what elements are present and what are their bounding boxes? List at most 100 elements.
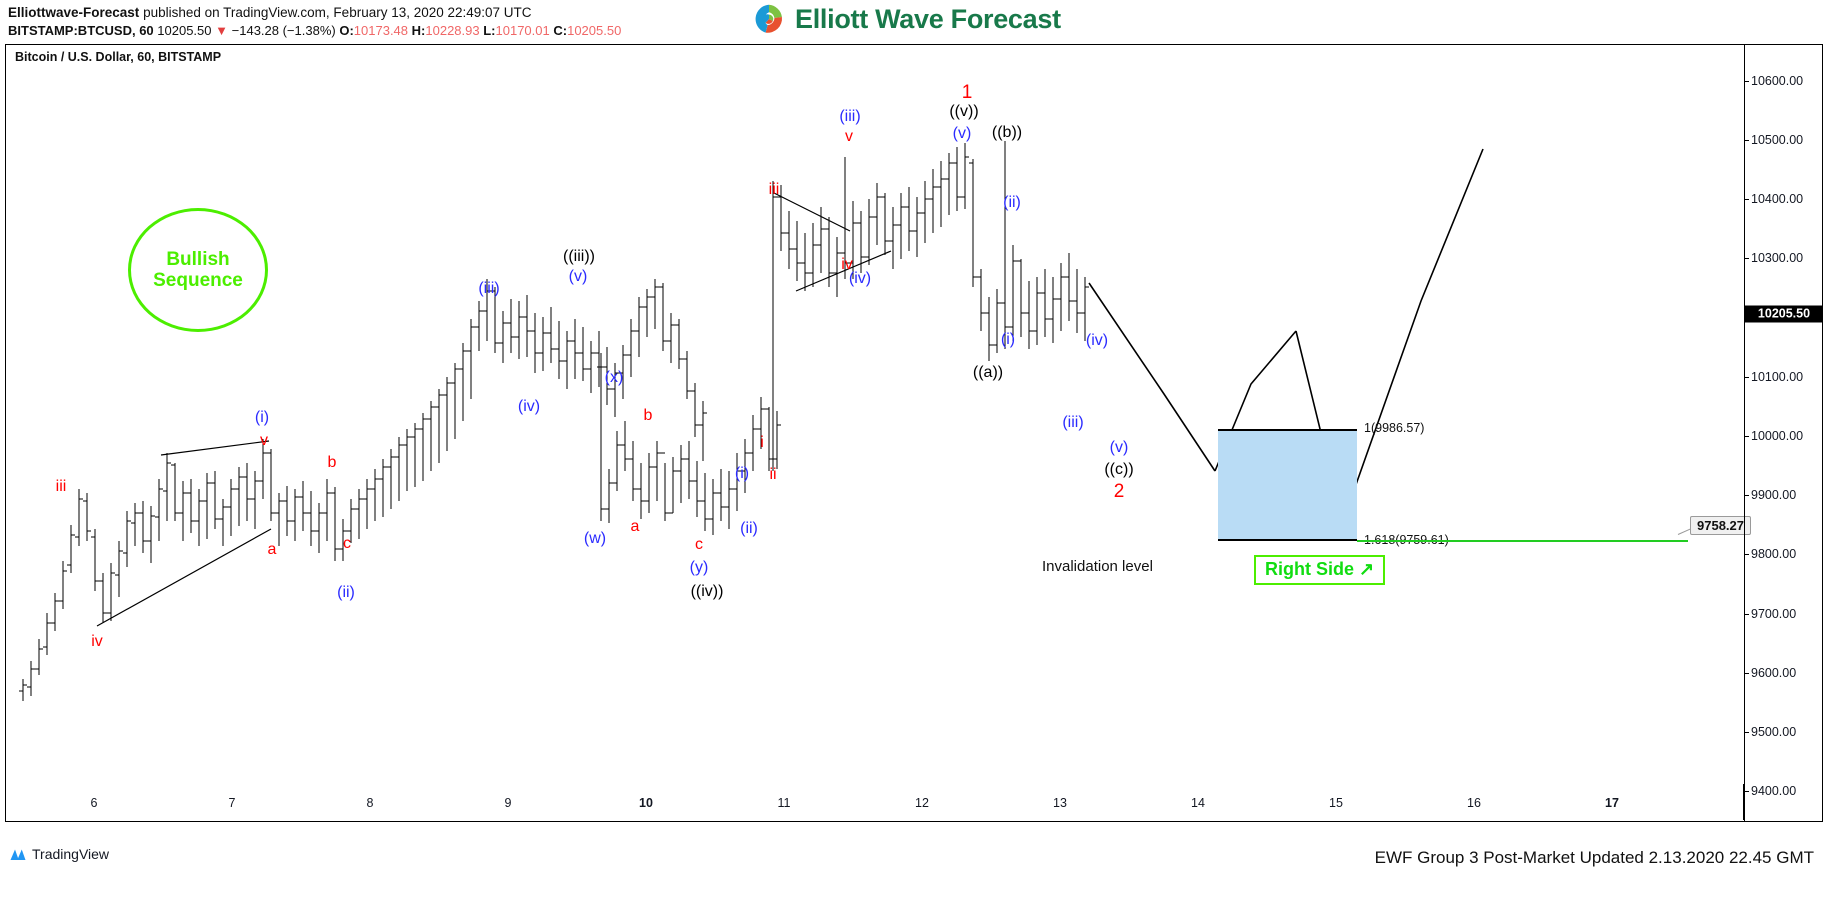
wave-label: (iii) [478, 280, 500, 297]
price-tick: 10300.00 [1745, 251, 1803, 265]
wave-label: b [327, 454, 337, 471]
wave-label: ((v)) [949, 103, 979, 120]
price-tick: 10000.00 [1745, 429, 1803, 443]
price-tick-dash [1745, 258, 1749, 260]
tradingview-icon [10, 849, 26, 860]
wave-label: ((iv)) [690, 583, 724, 600]
price-tick: 9500.00 [1745, 725, 1796, 739]
open-key: O: [339, 23, 354, 38]
time-tick: 7 [228, 796, 236, 810]
time-tick: 8 [366, 796, 374, 810]
price-tag-stem [1677, 528, 1691, 535]
change-arrow-icon: ▼ [215, 23, 229, 38]
quote-line: BITSTAMP:BTCUSD, 60 10205.50 ▼ −143.28 (… [8, 23, 621, 39]
right-side-text: Right Side [1265, 559, 1354, 579]
wave-label: (iv) [1085, 332, 1109, 349]
price-tick: 10600.00 [1745, 74, 1803, 88]
invalidation-line [1357, 540, 1688, 542]
time-tick: 11 [777, 796, 791, 810]
chart-plot-area[interactable]: Bullish Sequence 1(9986.57) 1.618(9759.6… [6, 45, 1751, 821]
wave-label: c [343, 535, 351, 552]
page-header: Elliottwave-Forecast published on Tradin… [0, 0, 1828, 46]
price-tick-dash [1745, 554, 1749, 556]
wave-label: (w) [583, 530, 607, 547]
price-bars-layer [19, 141, 1484, 701]
time-tick: 10 [639, 796, 653, 810]
bullish-line-1: Bullish [166, 249, 230, 270]
wave-label: v [845, 128, 853, 145]
price-tick: 10500.00 [1745, 133, 1803, 147]
low-key: L: [483, 23, 496, 38]
wave-label: (i) [254, 409, 270, 426]
price-tick-dash [1745, 376, 1749, 378]
tradingview-logo: TradingView [9, 846, 109, 862]
bullish-line-2: Sequence [153, 270, 243, 291]
time-axis[interactable]: 6 7 8 9 10 11 12 13 14 15 16 17 [5, 784, 1823, 822]
publisher-line: Elliottwave-Forecast published on Tradin… [8, 4, 532, 21]
price-axis[interactable]: 10600.00 10500.00 10400.00 10300.00 10100.00… [1744, 45, 1823, 821]
wave-label: (v) [568, 268, 588, 285]
change-value: −143.28 (−1.38%) [231, 23, 336, 38]
wave-label: (ii) [337, 584, 355, 601]
wave-label: ((a)) [972, 364, 1004, 381]
fib-retracement-zone [1218, 429, 1357, 541]
publisher-date: published on TradingView.com, February 1… [143, 5, 532, 20]
price-tick: 10100.00 [1745, 370, 1803, 384]
wave-label: ii [769, 466, 777, 483]
time-tick: 6 [90, 796, 98, 810]
wave-label: b [643, 407, 653, 424]
wave-label: v [260, 432, 268, 449]
ewf-swirl-icon [755, 4, 783, 33]
wave-label: a [267, 541, 277, 558]
footer-note: EWF Group 3 Post-Market Updated 2.13.202… [1374, 848, 1814, 867]
wave-label: a [630, 518, 640, 535]
right-side-badge: Right Side ↗ [1254, 555, 1386, 585]
price-tick-dash [1745, 199, 1749, 200]
fib-level-1-label: 1(9986.57) [1364, 421, 1425, 435]
price-tick: 9800.00 [1745, 547, 1796, 561]
price-tick-dash [1745, 435, 1749, 437]
time-tick: 17 [1605, 796, 1619, 810]
bullish-sequence-label: Bullish Sequence [153, 249, 243, 291]
wave-label: (i) [734, 465, 750, 482]
last-price: 10205.50 [157, 23, 212, 38]
high-value: 10228.93 [425, 23, 480, 38]
wave-label: (y) [689, 559, 709, 576]
wave-label: (ii) [740, 520, 758, 537]
wave-label: (iv) [517, 398, 541, 415]
brand-logo: Elliott Wave Forecast [752, 2, 1061, 36]
arrow-up-right-icon: ↗ [1359, 559, 1375, 579]
wave-label: (v) [1109, 439, 1129, 456]
time-tick: 15 [1329, 796, 1343, 810]
high-key: H: [411, 23, 426, 38]
wave-label: (iii) [839, 108, 861, 125]
price-tick-dash [1745, 732, 1749, 734]
time-tick: 16 [1467, 796, 1481, 810]
tradingview-label: TradingView [32, 846, 110, 862]
symbol-label: BITSTAMP:BTCUSD, 60 [8, 23, 154, 38]
invalidation-level-label: Invalidation level [1042, 558, 1153, 575]
time-tick-group: 6 7 8 9 10 11 12 13 14 15 16 17 [6, 784, 1744, 820]
wave-label: (iv) [848, 270, 872, 287]
time-tick: 9 [504, 796, 512, 810]
wave-label: ((b)) [991, 124, 1023, 141]
publisher-name: Elliottwave-Forecast [8, 5, 140, 20]
time-tick: 13 [1053, 796, 1067, 810]
wave-label: (x) [604, 369, 624, 386]
wave-label: c [695, 536, 703, 553]
open-value: 10173.48 [353, 23, 409, 38]
time-tick: 14 [1191, 796, 1205, 810]
price-tick-dash [1745, 80, 1749, 82]
wave-label: iii [55, 478, 67, 495]
price-tick-dash [1745, 139, 1749, 141]
price-tick-dash [1745, 495, 1749, 497]
price-tick-dash [1745, 613, 1749, 615]
wave-label: 2 [1113, 481, 1125, 502]
wave-label: ((iii)) [563, 248, 595, 265]
wave-label: ((c)) [1104, 461, 1134, 478]
price-tick: 9700.00 [1745, 607, 1796, 621]
wave-label: 1 [961, 82, 973, 103]
wave-label: (ii) [1003, 194, 1021, 211]
price-tick: 10400.00 [1745, 192, 1803, 206]
price-tick: 9600.00 [1745, 666, 1796, 680]
